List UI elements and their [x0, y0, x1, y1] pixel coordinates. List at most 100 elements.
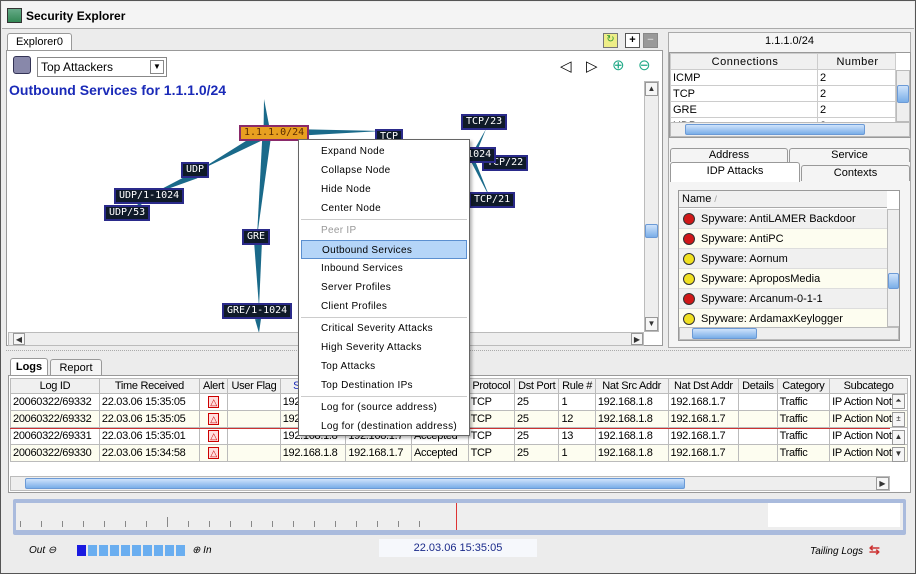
list-item[interactable]: Spyware: Arcanum-0-1-1 — [679, 289, 887, 309]
graph-node[interactable]: GRE/1-1024 — [222, 303, 293, 319]
menu-item-center-node[interactable]: Center Node — [301, 199, 467, 218]
alert-icon[interactable]: △ — [208, 430, 220, 442]
column-header[interactable]: Nat Src Addr — [594, 378, 669, 394]
timeline-cursor[interactable] — [456, 503, 457, 530]
alert-icon[interactable]: △ — [208, 413, 220, 425]
menu-item-high-severity-attacks[interactable]: High Severity Attacks — [301, 338, 467, 357]
column-header[interactable]: Dst Port — [514, 378, 560, 394]
menu-item-client-profiles[interactable]: Client Profiles — [301, 297, 467, 316]
zoom-in-icon[interactable]: ⊕ — [192, 545, 200, 556]
tab-idp-attacks[interactable]: IDP Attacks — [670, 162, 800, 182]
graph-node[interactable]: GRE — [242, 229, 271, 245]
column-header[interactable]: User Flag — [227, 378, 281, 394]
zoom-step[interactable] — [121, 545, 130, 556]
add-button[interactable]: + — [625, 33, 640, 48]
column-header[interactable]: Nat Dst Addr — [667, 378, 740, 394]
zoom-step[interactable] — [99, 545, 108, 556]
column-header[interactable]: Connections — [670, 53, 818, 70]
zoom-step[interactable] — [143, 545, 152, 556]
menu-item-critical-severity-attacks[interactable]: Critical Severity Attacks — [301, 319, 467, 338]
zoom-step[interactable] — [110, 545, 119, 556]
view-select[interactable]: Top Attackers ▼ — [37, 57, 167, 77]
menu-item-log-for-source-address[interactable]: Log for (source address) — [301, 398, 467, 417]
menu-item-top-attacks[interactable]: Top Attacks — [301, 357, 467, 376]
back-icon[interactable]: ◁ — [560, 57, 572, 75]
column-header[interactable]: Subcatego — [829, 378, 908, 394]
timeline[interactable] — [13, 499, 906, 535]
scroll-down-icon[interactable]: ▼ — [645, 317, 658, 331]
scroll-thumb[interactable] — [888, 273, 899, 289]
scroll-page-icon[interactable]: ± — [892, 412, 905, 427]
column-header[interactable]: Time Received — [98, 378, 200, 394]
tab-logs[interactable]: Logs — [10, 358, 48, 375]
zoom-in-control[interactable]: ⊕ In — [192, 545, 212, 556]
graph-node[interactable]: TCP/21 — [469, 192, 516, 208]
connections-vscroll[interactable] — [896, 70, 910, 122]
view-history-icon[interactable] — [13, 56, 31, 74]
remove-button[interactable]: − — [643, 33, 658, 48]
graph-vertical-scrollbar[interactable]: ▲ ▼ — [644, 81, 659, 332]
scroll-up-icon[interactable]: ▲ — [892, 430, 905, 445]
list-header-name[interactable]: Name / — [679, 191, 887, 208]
chevron-down-icon[interactable]: ▼ — [150, 60, 164, 74]
scroll-up-icon[interactable]: ▲ — [645, 82, 658, 96]
tab-service[interactable]: Service — [789, 148, 910, 162]
column-header[interactable]: Log ID — [10, 378, 100, 394]
list-item[interactable]: Spyware: ArdamaxKeylogger — [679, 309, 887, 327]
table-row[interactable]: ICMP 2 — [670, 69, 896, 86]
zoom-out-icon[interactable]: ⊖ — [638, 56, 651, 74]
scroll-thumb[interactable] — [897, 85, 909, 103]
alert-icon[interactable]: △ — [208, 396, 220, 408]
menu-item-top-destination-ips[interactable]: Top Destination IPs — [301, 376, 467, 395]
tab-address[interactable]: Address — [670, 148, 788, 162]
scroll-thumb[interactable] — [692, 328, 757, 339]
refresh-icon[interactable]: ↻ — [603, 33, 618, 48]
connections-hscroll[interactable] — [670, 122, 910, 137]
column-header[interactable]: Number — [817, 53, 896, 70]
scroll-left-icon[interactable]: ◀ — [13, 333, 25, 345]
column-header[interactable]: Details — [738, 378, 778, 394]
zoom-out-icon[interactable]: ⊖ — [48, 545, 56, 556]
list-vscroll[interactable] — [887, 209, 899, 327]
scroll-down-icon[interactable]: ▼ — [892, 447, 905, 462]
table-row[interactable]: 20060322/69330 22.03.06 15:34:58 △ 192.168.… — [10, 444, 908, 462]
menu-item-log-for-destination-address[interactable]: Log for (destination address) — [301, 417, 467, 436]
zoom-step[interactable] — [132, 545, 141, 556]
scroll-thumb[interactable] — [25, 478, 685, 489]
menu-item-hide-node[interactable]: Hide Node — [301, 180, 467, 199]
tab-report[interactable]: Report — [50, 359, 102, 375]
table-row[interactable]: GRE 2 — [670, 101, 896, 118]
zoom-step[interactable] — [77, 545, 86, 556]
zoom-step[interactable] — [88, 545, 97, 556]
tab-contexts[interactable]: Contexts — [801, 165, 910, 181]
zoom-step[interactable] — [154, 545, 163, 556]
column-header[interactable]: Category — [776, 378, 831, 394]
list-item[interactable]: Spyware: AproposMedia — [679, 269, 887, 289]
menu-item-outbound-services[interactable]: Outbound Services — [301, 240, 467, 259]
column-header[interactable]: Rule # — [558, 378, 596, 394]
menu-item-inbound-services[interactable]: Inbound Services — [301, 259, 467, 278]
scroll-top-icon[interactable]: ⏶ — [892, 394, 905, 409]
menu-item-collapse-node[interactable]: Collapse Node — [301, 161, 467, 180]
scroll-thumb[interactable] — [685, 124, 865, 135]
scroll-right-icon[interactable]: ▶ — [631, 333, 643, 345]
scroll-right-icon[interactable]: ▶ — [876, 477, 889, 490]
column-header[interactable]: Alert — [198, 378, 229, 394]
graph-node[interactable]: UDP — [181, 162, 210, 178]
timeline-track[interactable] — [16, 503, 903, 530]
table-row[interactable]: TCP 2 — [670, 85, 896, 102]
graph-node[interactable]: UDP/1-1024 — [114, 188, 185, 204]
zoom-step[interactable] — [165, 545, 174, 556]
forward-icon[interactable]: ▷ — [586, 57, 598, 75]
list-hscroll[interactable] — [679, 327, 899, 340]
list-item[interactable]: Spyware: AntiPC — [679, 229, 887, 249]
zoom-step[interactable] — [176, 545, 185, 556]
menu-item-server-profiles[interactable]: Server Profiles — [301, 278, 467, 297]
graph-node[interactable]: UDP/53 — [104, 205, 151, 221]
tab-explorer0[interactable]: Explorer0 — [7, 33, 72, 51]
menu-item-expand-node[interactable]: Expand Node — [301, 142, 467, 161]
scroll-thumb[interactable] — [645, 224, 658, 238]
tailing-logs-icon[interactable]: ⇆ — [869, 542, 880, 558]
list-item[interactable]: Spyware: Aornum — [679, 249, 887, 269]
list-item[interactable]: Spyware: AntiLAMER Backdoor — [679, 209, 887, 229]
